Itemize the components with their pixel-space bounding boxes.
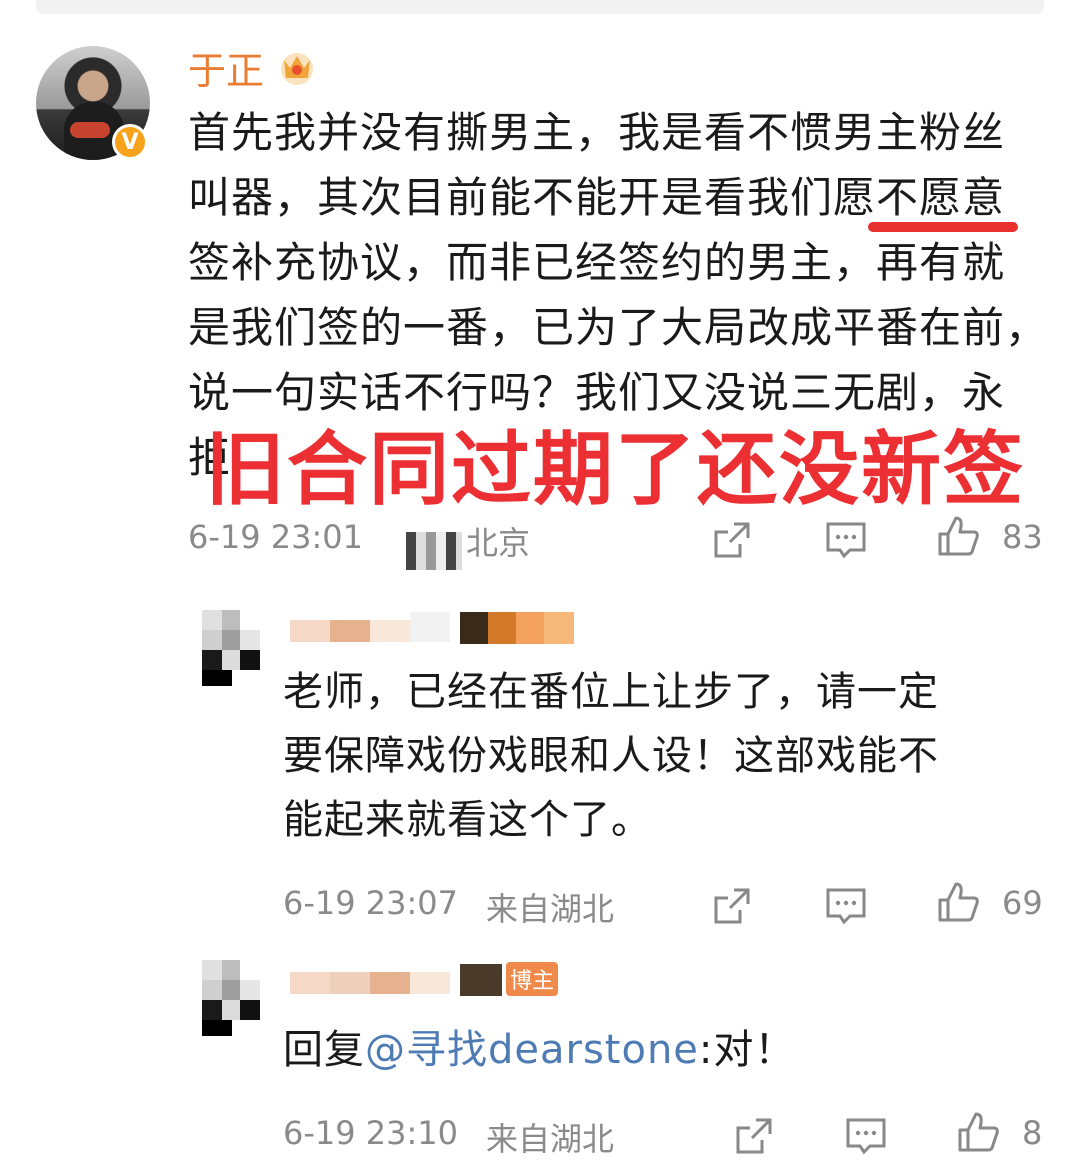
overlay-caption: 旧合同过期了还没新签 <box>205 423 1025 516</box>
like-count: 8 <box>1022 1114 1043 1152</box>
comment-icon[interactable] <box>824 518 868 562</box>
reply-username-blurred[interactable] <box>290 612 574 644</box>
post-line: 说一句实话不行吗？我们又没说三无剧，永 <box>188 368 1006 417</box>
reply-line: 能起来就看这个了。 <box>283 797 652 843</box>
like-icon[interactable] <box>936 880 980 924</box>
share-icon[interactable] <box>710 518 754 562</box>
verified-badge: V <box>112 124 148 160</box>
share-icon[interactable] <box>732 1114 776 1158</box>
red-underline-annotation <box>868 222 1018 232</box>
reply-location: 来自湖北 <box>486 890 615 928</box>
reply-prefix: 回复 <box>283 1027 365 1073</box>
post-line: 叫器，其次目前能不能开是看我们愿不愿意 <box>188 173 1006 222</box>
comment-icon[interactable] <box>844 1114 888 1158</box>
reply-username-blurred[interactable] <box>290 964 502 996</box>
mention-link[interactable]: @寻找dearstone <box>365 1027 699 1073</box>
blurred-location-mask <box>406 532 462 570</box>
like-count: 83 <box>1002 518 1043 556</box>
reply-avatar[interactable] <box>202 610 260 686</box>
top-divider <box>36 0 1044 14</box>
reply-avatar[interactable] <box>202 960 260 1036</box>
reply-line: 回复@寻找dearstone:对！ <box>283 1018 795 1082</box>
crown-icon <box>281 53 313 85</box>
host-badge: 博主 <box>506 962 558 996</box>
reply-time: 6-19 23:10 <box>283 1114 459 1152</box>
like-count: 69 <box>1002 884 1043 922</box>
post-time: 6-19 23:01 <box>188 518 364 556</box>
reply-line: 老师，已经在番位上让步了，请一定 <box>283 669 939 715</box>
post-location: 北京 <box>466 524 531 562</box>
post-line: 首先我并没有撕男主，我是看不惯男主粉丝 <box>188 108 1006 157</box>
reply-line: 要保障戏份戏眼和人设！这部戏能不 <box>283 733 939 779</box>
reply-suffix: :对！ <box>698 1027 796 1073</box>
like-icon[interactable] <box>956 1110 1000 1154</box>
post-line: 签补充协议，而非已经签约的男主，再有就 <box>188 238 1006 287</box>
like-icon[interactable] <box>936 514 980 558</box>
post-line: 是我们签的一番，已为了大局改成平番在前， <box>188 303 1049 352</box>
comment-icon[interactable] <box>824 884 868 928</box>
share-icon[interactable] <box>710 884 754 928</box>
reply-location: 来自湖北 <box>486 1120 615 1158</box>
reply-time: 6-19 23:07 <box>283 884 459 922</box>
author-name[interactable]: 于正 <box>188 48 264 94</box>
